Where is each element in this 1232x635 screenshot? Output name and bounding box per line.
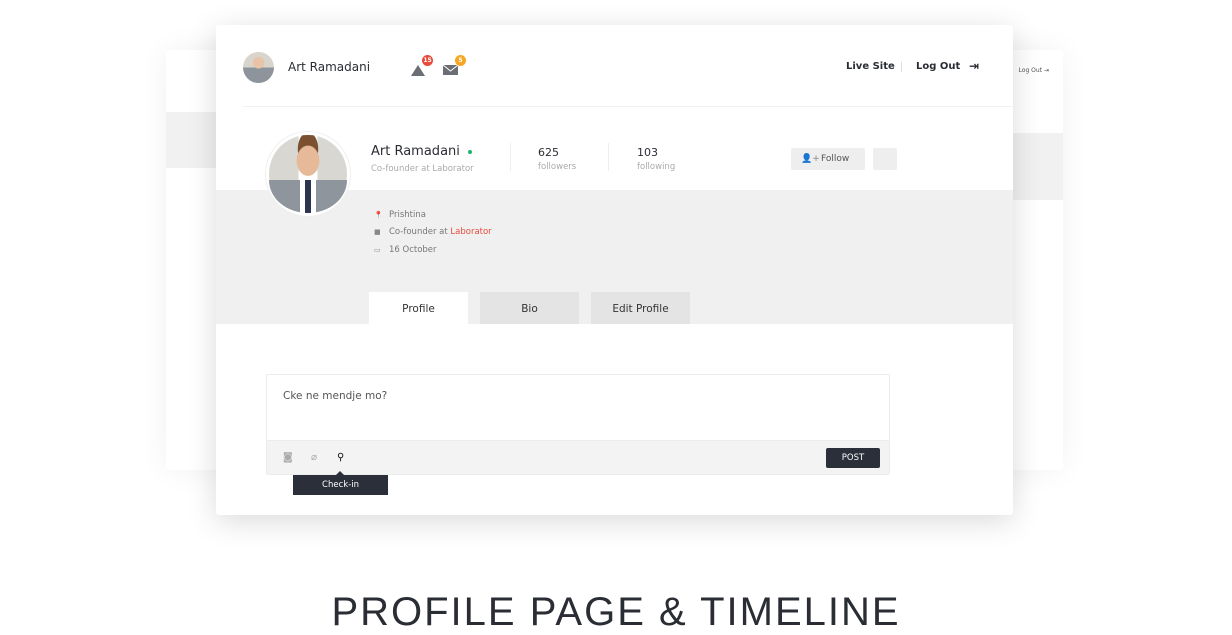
follow-button[interactable]: 👤+ Follow <box>791 148 865 170</box>
map-pin-icon: 📍 <box>374 211 383 219</box>
company-link[interactable]: Laborator <box>450 227 491 237</box>
profile-window: Art Ramadani 15 5 Live Site Log Out ⇥ Ar… <box>216 25 1013 515</box>
profile-name-text: Art Ramadani <box>371 144 460 159</box>
following-count: 103 <box>637 146 658 159</box>
following-stat[interactable]: 103 following <box>637 146 675 172</box>
followers-label: followers <box>538 162 577 172</box>
envelope-icon <box>442 64 459 75</box>
job-text: Co-founder at <box>389 227 448 237</box>
top-bar: Art Ramadani 15 5 Live Site Log Out ⇥ <box>216 25 1013 107</box>
profile-name: Art Ramadani <box>371 144 472 159</box>
background-logout: Log Out ⇥ <box>1018 67 1049 74</box>
map-pin-icon[interactable]: ⚲ <box>337 452 344 463</box>
profile-subtitle: Co-founder at Laborator <box>371 164 474 174</box>
info-location: 📍 Prishtina <box>374 210 426 220</box>
logout-icon[interactable]: ⇥ <box>969 59 979 73</box>
check-in-tooltip: Check-in <box>293 471 388 495</box>
notifications-badge: 15 <box>422 55 433 66</box>
composer-toolbar: ◙ ⌀ ⚲ POST <box>267 440 889 474</box>
followers-count: 625 <box>538 146 559 159</box>
back-logout-label: Log Out <box>1018 67 1043 74</box>
add-user-icon: 👤+ <box>801 154 820 164</box>
divider <box>510 143 511 171</box>
tab-profile[interactable]: Profile <box>369 292 468 324</box>
profile-avatar[interactable] <box>266 132 350 216</box>
notifications-button[interactable]: 15 <box>410 55 433 76</box>
more-button[interactable] <box>873 148 897 170</box>
post-input[interactable]: Cke ne mendje mo? <box>283 390 387 402</box>
header-user-name[interactable]: Art Ramadani <box>288 60 370 74</box>
tab-bio[interactable]: Bio <box>480 292 579 324</box>
following-label: following <box>637 162 676 172</box>
calendar-icon: ▭ <box>374 246 381 254</box>
info-job: ■ Co-founder at Laborator <box>374 227 492 237</box>
divider <box>901 62 902 72</box>
tab-edit-profile[interactable]: Edit Profile <box>591 292 690 324</box>
followers-stat[interactable]: 625 followers <box>538 146 576 172</box>
briefcase-icon: ■ <box>374 228 381 236</box>
follow-label: Follow <box>821 154 850 164</box>
info-date: ▭ 16 October <box>374 245 437 255</box>
location-text: Prishtina <box>389 210 426 220</box>
caption: PROFILE PAGE & TIMELINE <box>331 590 901 634</box>
post-button[interactable]: POST <box>826 448 880 468</box>
messages-badge: 5 <box>455 55 466 66</box>
log-out-link[interactable]: Log Out <box>916 61 960 72</box>
divider <box>608 143 609 171</box>
date-text: 16 October <box>389 245 437 255</box>
messages-button[interactable]: 5 <box>442 55 466 75</box>
post-composer: Cke ne mendje mo? ◙ ⌀ ⚲ POST <box>266 374 890 475</box>
live-site-link[interactable]: Live Site <box>846 61 895 72</box>
bell-icon <box>411 65 425 76</box>
online-status-dot <box>467 149 472 154</box>
camera-icon[interactable]: ◙ <box>283 452 293 463</box>
avatar[interactable] <box>243 52 274 83</box>
divider <box>243 106 1013 107</box>
paperclip-icon[interactable]: ⌀ <box>311 452 317 463</box>
